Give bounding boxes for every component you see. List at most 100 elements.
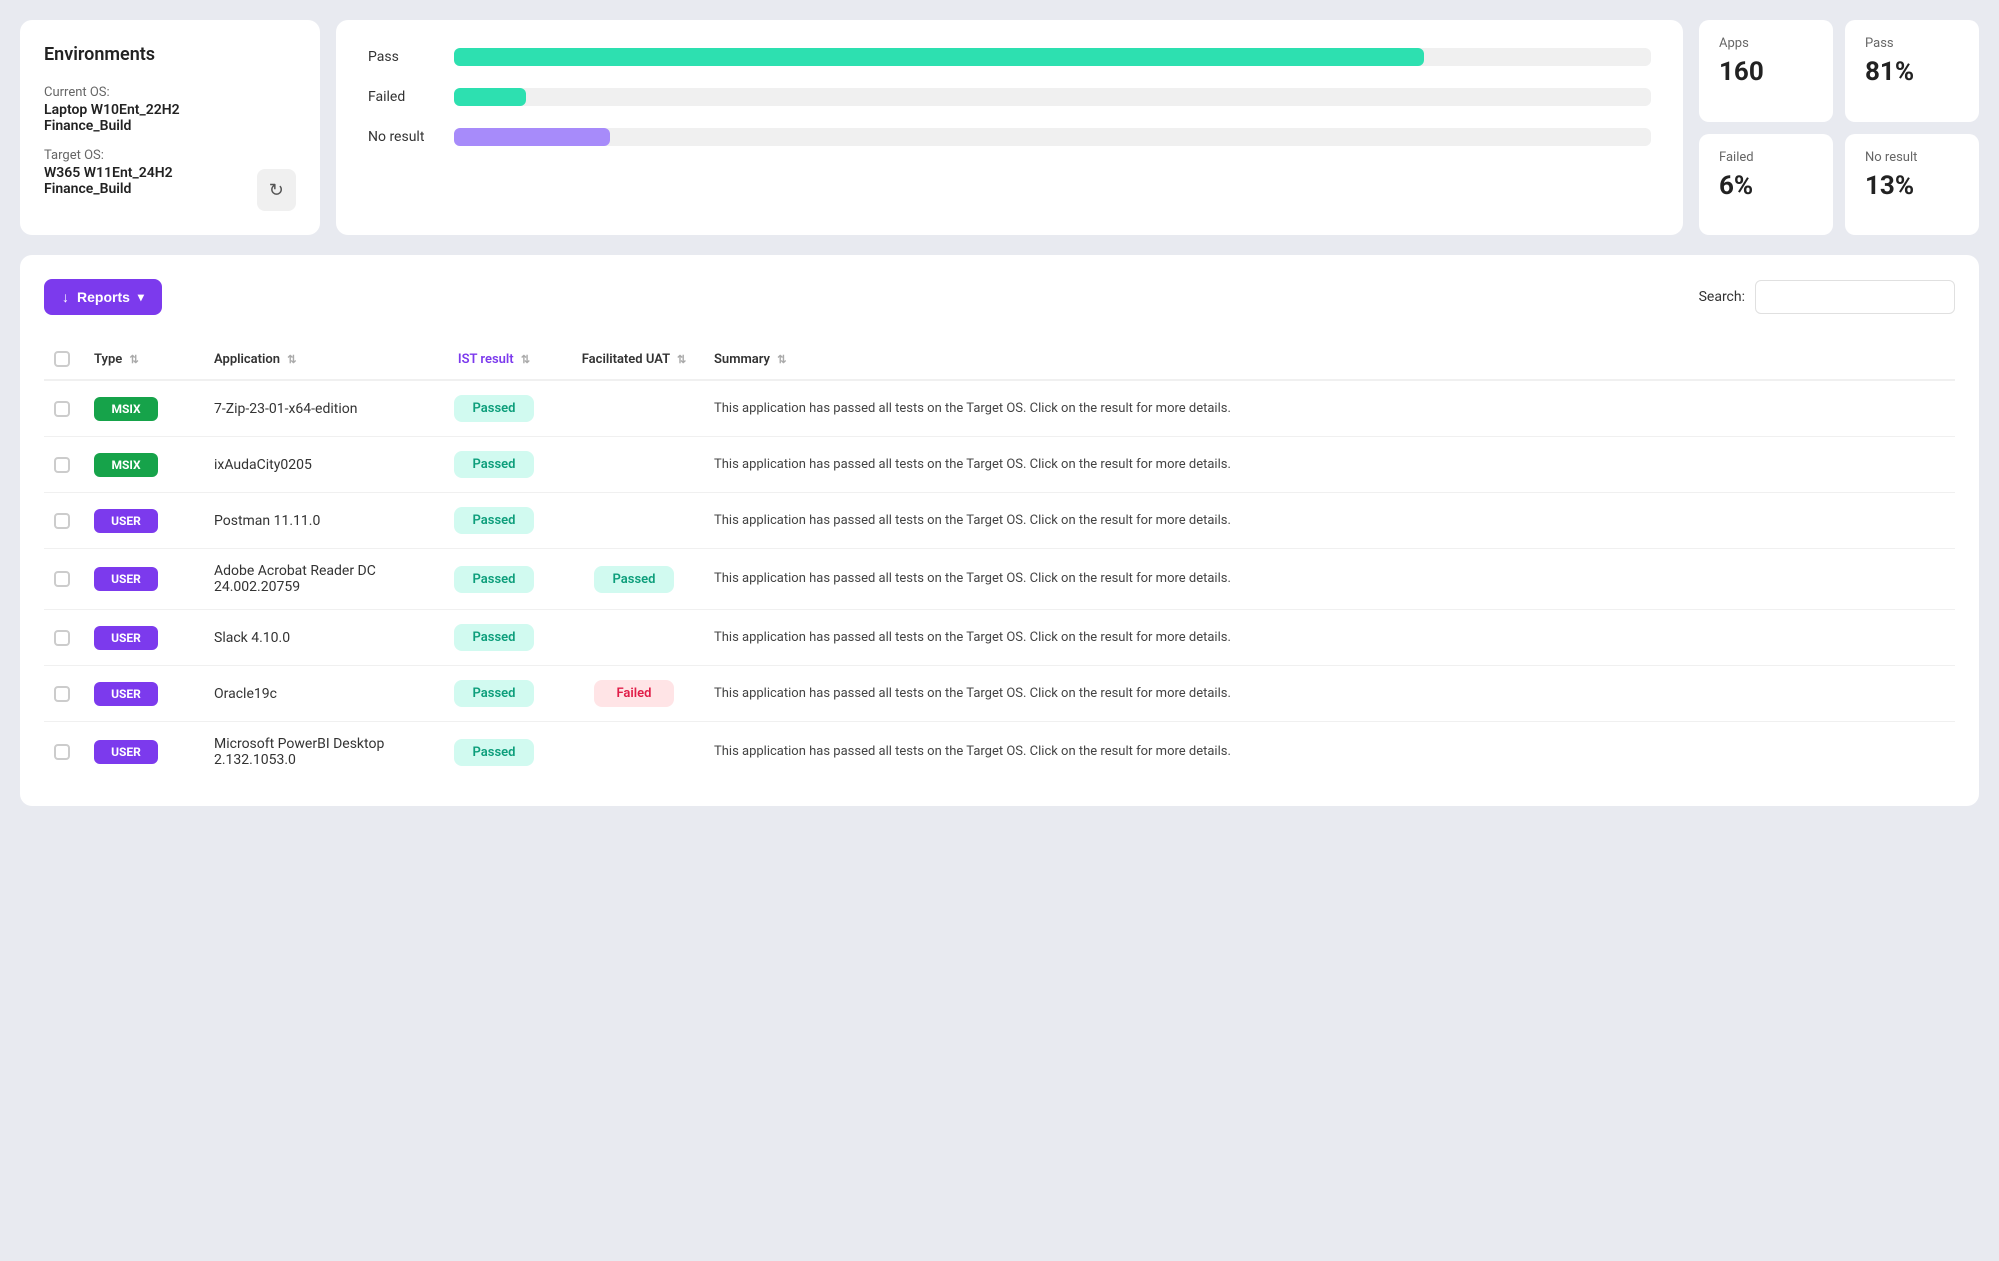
row-checkbox-cell [44,380,84,437]
stat-failed-label: Failed [1719,150,1813,165]
row-summary: This application has passed all tests on… [704,493,1955,549]
stat-apps-value: 160 [1719,57,1813,87]
row-application[interactable]: Microsoft PowerBI Desktop 2.132.1053.0 [204,722,424,783]
row-facilitated-uat[interactable] [564,722,704,783]
row-facilitated-uat[interactable]: Passed [564,549,704,610]
row-facilitated-uat[interactable] [564,380,704,437]
header-type[interactable]: Type ⇅ [84,339,204,380]
row-ist-result[interactable]: Passed [424,493,564,549]
sort-icon-type: ⇅ [130,353,139,366]
row-type: USER [84,666,204,722]
row-checkbox[interactable] [54,457,70,473]
reports-button-label: Reports [77,289,130,305]
uat-result-badge[interactable]: Passed [594,566,674,593]
refresh-button[interactable]: ↻ [257,169,296,211]
row-application[interactable]: 7-Zip-23-01-x64-edition [204,380,424,437]
row-checkbox[interactable] [54,686,70,702]
target-os-value: W365 W11Ent_24H2 Finance_Build [44,165,257,197]
chart-label-failed: Failed [368,89,438,105]
row-application[interactable]: ixAudaCity0205 [204,437,424,493]
row-summary: This application has passed all tests on… [704,610,1955,666]
chart-label-pass: Pass [368,49,438,65]
download-icon: ↓ [62,289,69,305]
chart-row-pass: Pass [368,48,1651,66]
stats-cards: Apps 160 Pass 81% Failed 6% No result 13… [1699,20,1979,235]
row-facilitated-uat[interactable]: Failed [564,666,704,722]
row-application[interactable]: Postman 11.11.0 [204,493,424,549]
row-type: USER [84,610,204,666]
ist-result-badge[interactable]: Passed [454,739,534,766]
ist-result-badge[interactable]: Passed [454,680,534,707]
type-badge: USER [94,567,158,591]
row-ist-result[interactable]: Passed [424,666,564,722]
row-application[interactable]: Adobe Acrobat Reader DC 24.002.20759 [204,549,424,610]
table-row[interactable]: USEROracle19cPassedFailedThis applicatio… [44,666,1955,722]
bar-fill-pass [454,48,1424,66]
row-facilitated-uat[interactable] [564,610,704,666]
row-summary: This application has passed all tests on… [704,380,1955,437]
row-type: USER [84,549,204,610]
table-row[interactable]: USERMicrosoft PowerBI Desktop 2.132.1053… [44,722,1955,783]
stat-failed-value: 6% [1719,171,1813,201]
type-badge: USER [94,682,158,706]
stat-pass-value: 81% [1865,57,1959,87]
row-checkbox[interactable] [54,630,70,646]
row-checkbox-cell [44,722,84,783]
sort-icon-ist: ⇅ [521,353,530,366]
bar-fill-noresult [454,128,610,146]
header-checkbox-cell [44,339,84,380]
row-facilitated-uat[interactable] [564,493,704,549]
type-badge: USER [94,626,158,650]
top-section: Environments Current OS: Laptop W10Ent_2… [20,20,1979,235]
ist-result-badge[interactable]: Passed [454,395,534,422]
row-summary: This application has passed all tests on… [704,437,1955,493]
current-os-row: Current OS: Laptop W10Ent_22H2 Finance_B… [44,85,257,134]
row-checkbox-cell [44,610,84,666]
current-os-value: Laptop W10Ent_22H2 Finance_Build [44,102,257,134]
table-row[interactable]: USER Slack 4.10.0 Passed This application h… [44,610,1955,666]
ist-result-badge[interactable]: Passed [454,451,534,478]
ist-result-badge[interactable]: Passed [454,566,534,593]
table-row[interactable]: MSIXixAudaCity0205 Passed This application… [44,437,1955,493]
row-type: USER [84,493,204,549]
row-ist-result[interactable]: Passed [424,549,564,610]
header-ist-result[interactable]: IST result ⇅ [424,339,564,380]
search-input[interactable] [1755,280,1955,314]
row-ist-result[interactable]: Passed [424,722,564,783]
row-type: USER [84,722,204,783]
header-application[interactable]: Application ⇅ [204,339,424,380]
uat-result-badge[interactable]: Failed [594,680,674,707]
table-row[interactable]: USER Adobe Acrobat Reader DC 24.002.20759… [44,549,1955,610]
header-summary[interactable]: Summary ⇅ [704,339,1955,380]
header-facilitated-uat[interactable]: Facilitated UAT ⇅ [564,339,704,380]
bar-fill-failed [454,88,526,106]
sort-icon-summary: ⇅ [777,353,786,366]
row-application[interactable]: Slack 4.10.0 [204,610,424,666]
table-row[interactable]: MSIX 7-Zip-23-01-x64-edition Passed This ap… [44,380,1955,437]
select-all-checkbox[interactable] [54,351,70,367]
row-type: MSIX [84,437,204,493]
target-os-row: Target OS: W365 W11Ent_24H2 Finance_Buil… [44,148,257,197]
row-ist-result[interactable]: Passed [424,610,564,666]
row-checkbox[interactable] [54,744,70,760]
ist-result-badge[interactable]: Passed [454,507,534,534]
stat-card-pass: Pass 81% [1845,20,1979,122]
table-row[interactable]: USER Postman 11.11.0 Passed This applicatio… [44,493,1955,549]
row-facilitated-uat[interactable] [564,437,704,493]
row-checkbox[interactable] [54,571,70,587]
row-ist-result[interactable]: Passed [424,380,564,437]
type-badge: USER [94,509,158,533]
environments-title: Environments [44,44,296,65]
row-ist-result[interactable]: Passed [424,437,564,493]
row-checkbox[interactable] [54,401,70,417]
row-checkbox[interactable] [54,513,70,529]
type-badge: MSIX [94,397,158,421]
row-application[interactable]: Oracle19c [204,666,424,722]
search-area: Search: [1699,280,1955,314]
ist-result-badge[interactable]: Passed [454,624,534,651]
row-checkbox-cell [44,666,84,722]
stat-noresult-label: No result [1865,150,1959,165]
row-checkbox-cell [44,493,84,549]
results-table: Type ⇅ Application ⇅ IST result ⇅ Facili… [44,339,1955,782]
reports-button[interactable]: ↓ Reports ▾ [44,279,162,315]
